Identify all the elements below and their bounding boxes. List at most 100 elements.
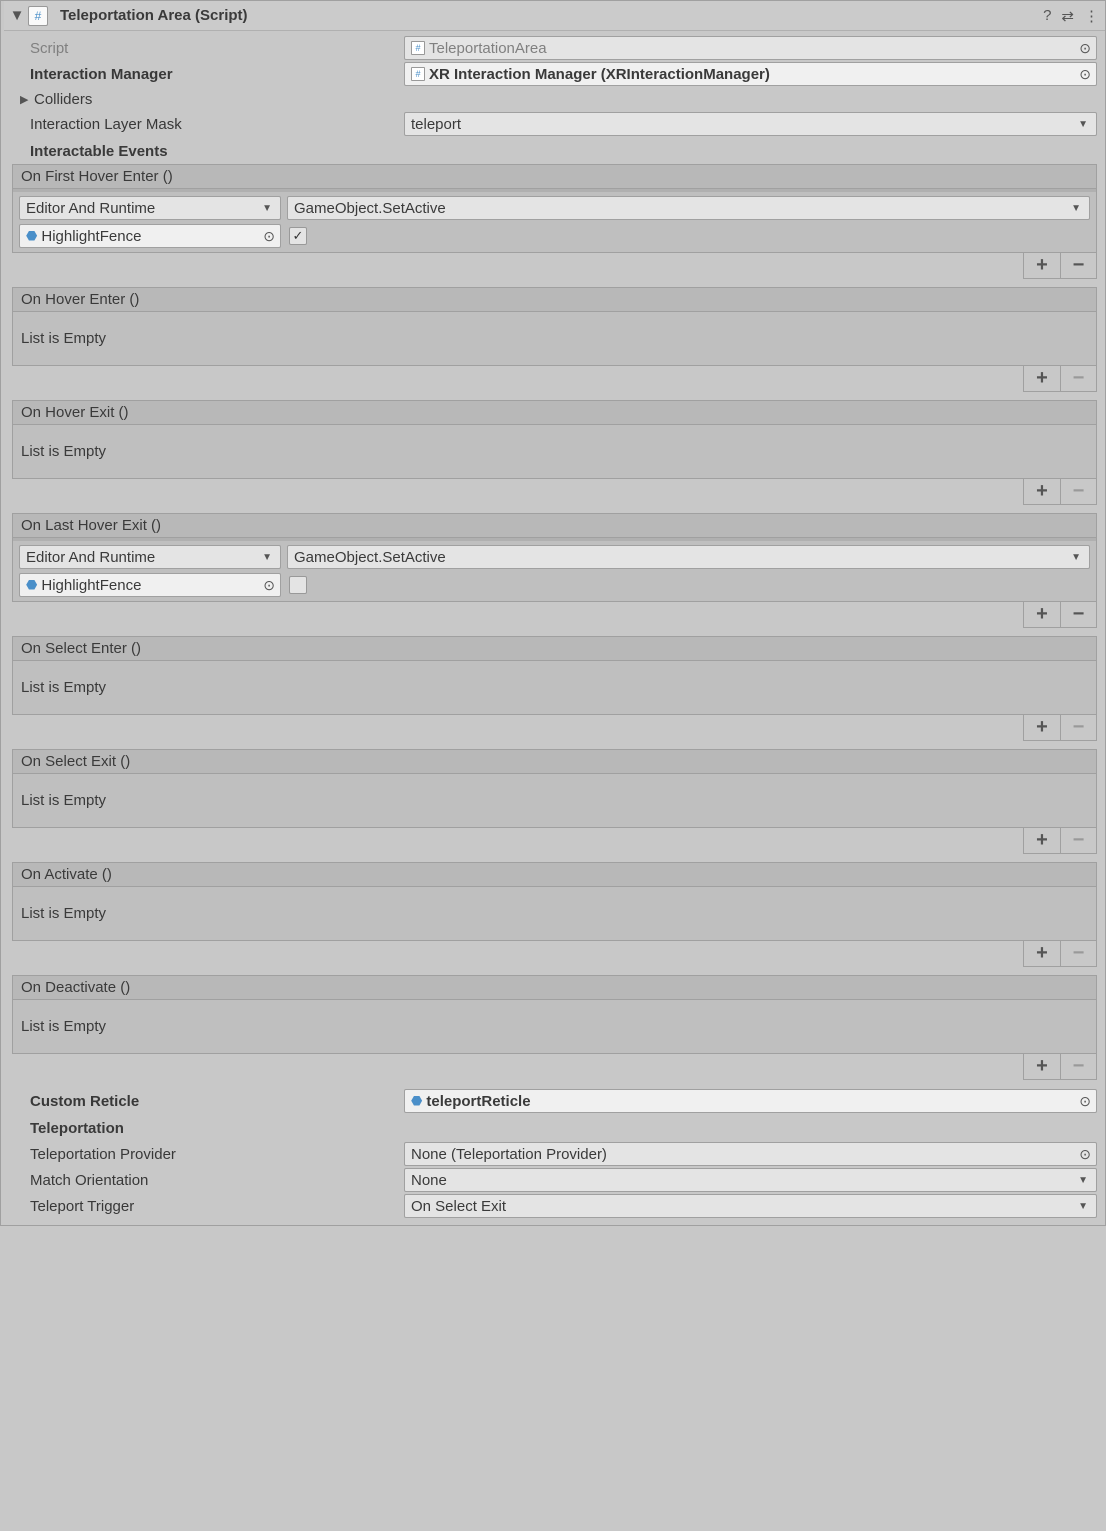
call-mode-dropdown[interactable]: Editor And Runtime▼ xyxy=(19,196,281,220)
event-block: On Select Exit ()List is Empty xyxy=(12,749,1097,828)
tp-provider-label: Teleportation Provider xyxy=(12,1146,404,1163)
function-dropdown[interactable]: GameObject.SetActive▼ xyxy=(287,196,1090,220)
script-type-icon: # xyxy=(411,67,425,81)
chevron-down-icon: ▼ xyxy=(1071,552,1081,563)
remove-callback-button[interactable]: − xyxy=(1060,253,1096,278)
event-body: Editor And Runtime▼GameObject.SetActive▼… xyxy=(13,189,1096,252)
add-callback-button[interactable]: + xyxy=(1024,941,1060,966)
teleportation-title: Teleportation xyxy=(12,1120,1097,1137)
event-empty-label: List is Empty xyxy=(13,661,1096,714)
menu-icon[interactable]: ⋮ xyxy=(1084,7,1099,25)
add-callback-button[interactable]: + xyxy=(1024,602,1060,627)
script-field: # TeleportationArea ⊙ xyxy=(404,36,1097,60)
event-empty-label: List is Empty xyxy=(13,425,1096,478)
add-callback-button[interactable]: + xyxy=(1024,366,1060,391)
event-footer: +− xyxy=(12,253,1097,279)
match-orient-label: Match Orientation xyxy=(12,1172,404,1189)
presets-icon[interactable]: ⇄ xyxy=(1061,7,1074,25)
event-footer: +− xyxy=(12,479,1097,505)
remove-callback-button: − xyxy=(1060,1054,1096,1079)
event-footer: +− xyxy=(12,941,1097,967)
prefab-icon: ⬣ xyxy=(26,228,37,244)
event-footer: +− xyxy=(12,602,1097,628)
function-dropdown[interactable]: GameObject.SetActive▼ xyxy=(287,545,1090,569)
remove-callback-button: − xyxy=(1060,366,1096,391)
chevron-down-icon: ▼ xyxy=(1078,1201,1088,1212)
chevron-down-icon: ▼ xyxy=(262,203,272,214)
event-block: On Activate ()List is Empty xyxy=(12,862,1097,941)
object-picker-icon: ⊙ xyxy=(1079,40,1091,57)
object-picker-icon[interactable]: ⊙ xyxy=(1079,66,1091,83)
help-icon[interactable]: ? xyxy=(1043,7,1051,25)
call-mode-dropdown[interactable]: Editor And Runtime▼ xyxy=(19,545,281,569)
add-callback-button[interactable]: + xyxy=(1024,828,1060,853)
target-object-field[interactable]: ⬣HighlightFence⊙ xyxy=(19,573,281,597)
custom-reticle-field[interactable]: ⬣ teleportReticle ⊙ xyxy=(404,1089,1097,1113)
colliders-foldout[interactable]: ▶ Colliders xyxy=(12,87,1097,111)
tp-trigger-dropdown[interactable]: On Select Exit ▼ xyxy=(404,1194,1097,1218)
match-orient-dropdown[interactable]: None ▼ xyxy=(404,1168,1097,1192)
event-empty-label: List is Empty xyxy=(13,1000,1096,1053)
event-header: On First Hover Enter () xyxy=(13,165,1096,189)
object-picker-icon[interactable]: ⊙ xyxy=(263,577,275,594)
prefab-icon: ⬣ xyxy=(26,577,37,593)
add-callback-button[interactable]: + xyxy=(1024,479,1060,504)
tp-provider-field[interactable]: None (Teleportation Provider) ⊙ xyxy=(404,1142,1097,1166)
component-title: Teleportation Area (Script) xyxy=(60,7,1043,24)
prefab-icon: ⬣ xyxy=(411,1093,422,1109)
event-header: On Last Hover Exit () xyxy=(13,514,1096,538)
foldout-toggle-icon[interactable]: ▼ xyxy=(10,9,24,23)
add-callback-button[interactable]: + xyxy=(1024,1054,1060,1079)
triangle-right-icon: ▶ xyxy=(20,93,34,106)
events-title: Interactable Events xyxy=(12,143,1097,160)
event-body: Editor And Runtime▼GameObject.SetActive▼… xyxy=(13,538,1096,601)
object-picker-icon[interactable]: ⊙ xyxy=(1079,1093,1091,1110)
layer-mask-label: Interaction Layer Mask xyxy=(12,116,404,133)
chevron-down-icon: ▼ xyxy=(262,552,272,563)
inspector-panel: ▼ # Teleportation Area (Script) ? ⇄ ⋮ Sc… xyxy=(0,0,1106,1226)
layer-mask-dropdown[interactable]: teleport ▼ xyxy=(404,112,1097,136)
event-header: On Hover Exit () xyxy=(13,401,1096,425)
event-footer: +− xyxy=(12,715,1097,741)
event-header: On Select Exit () xyxy=(13,750,1096,774)
event-empty-label: List is Empty xyxy=(13,312,1096,365)
target-object-field[interactable]: ⬣HighlightFence⊙ xyxy=(19,224,281,248)
event-empty-label: List is Empty xyxy=(13,887,1096,940)
component-header: ▼ # Teleportation Area (Script) ? ⇄ ⋮ xyxy=(4,1,1105,31)
event-footer: +− xyxy=(12,828,1097,854)
chevron-down-icon: ▼ xyxy=(1078,1175,1088,1186)
script-label: Script xyxy=(12,40,404,57)
chevron-down-icon: ▼ xyxy=(1071,203,1081,214)
event-footer: +− xyxy=(12,1054,1097,1080)
script-icon: # xyxy=(28,6,48,26)
event-empty-label: List is Empty xyxy=(13,774,1096,827)
remove-callback-button: − xyxy=(1060,941,1096,966)
event-block: On Hover Enter ()List is Empty xyxy=(12,287,1097,366)
event-header: On Activate () xyxy=(13,863,1096,887)
remove-callback-button[interactable]: − xyxy=(1060,602,1096,627)
event-header: On Deactivate () xyxy=(13,976,1096,1000)
chevron-down-icon: ▼ xyxy=(1078,119,1088,130)
event-block: On Select Enter ()List is Empty xyxy=(12,636,1097,715)
object-picker-icon[interactable]: ⊙ xyxy=(263,228,275,245)
event-footer: +− xyxy=(12,366,1097,392)
custom-reticle-label: Custom Reticle xyxy=(12,1093,404,1110)
event-block: On Hover Exit ()List is Empty xyxy=(12,400,1097,479)
tp-trigger-label: Teleport Trigger xyxy=(12,1198,404,1215)
object-picker-icon[interactable]: ⊙ xyxy=(1079,1146,1091,1163)
remove-callback-button: − xyxy=(1060,828,1096,853)
remove-callback-button: − xyxy=(1060,479,1096,504)
interaction-manager-field[interactable]: # XR Interaction Manager (XRInteractionM… xyxy=(404,62,1097,86)
remove-callback-button: − xyxy=(1060,715,1096,740)
bool-arg-checkbox[interactable] xyxy=(289,576,307,594)
interaction-manager-label: Interaction Manager xyxy=(12,66,404,83)
event-header: On Select Enter () xyxy=(13,637,1096,661)
event-block: On Last Hover Exit ()Editor And Runtime▼… xyxy=(12,513,1097,602)
event-block: On Deactivate ()List is Empty xyxy=(12,975,1097,1054)
add-callback-button[interactable]: + xyxy=(1024,253,1060,278)
bool-arg-checkbox[interactable]: ✓ xyxy=(289,227,307,245)
event-header: On Hover Enter () xyxy=(13,288,1096,312)
add-callback-button[interactable]: + xyxy=(1024,715,1060,740)
event-block: On First Hover Enter ()Editor And Runtim… xyxy=(12,164,1097,253)
script-type-icon: # xyxy=(411,41,425,55)
